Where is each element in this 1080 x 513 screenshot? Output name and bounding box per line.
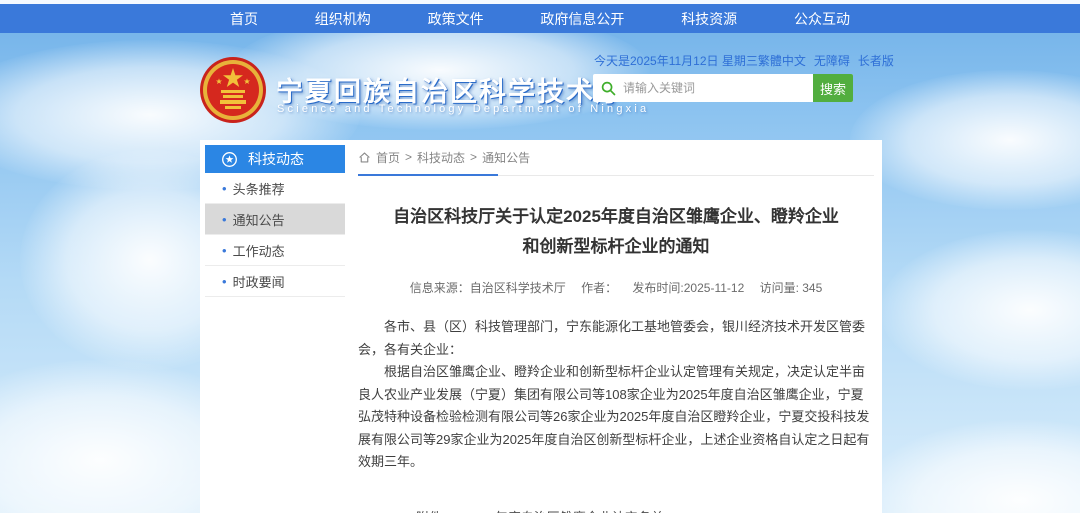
breadcrumb-home[interactable]: 首页 <box>376 149 400 166</box>
article-title-line1: 自治区科技厅关于认定2025年度自治区雏鹰企业、瞪羚企业 <box>393 207 839 226</box>
nav-item-policy-documents[interactable]: 政策文件 <box>428 9 484 29</box>
search-button[interactable]: 搜索 <box>813 74 853 102</box>
cloud-decoration <box>850 70 1080 210</box>
site-search-bar: 搜索 <box>593 74 853 102</box>
sidebar-item-notices[interactable]: • 通知公告 <box>205 204 345 235</box>
home-icon <box>358 151 371 164</box>
nav-item-organization[interactable]: 组织机构 <box>315 9 371 29</box>
breadcrumb-notices[interactable]: 通知公告 <box>482 149 530 166</box>
sidebar-title: 科技动态 <box>248 149 304 169</box>
sidebar-sci-tech-news: 科技动态 • 头条推荐 • 通知公告 • 工作动态 • 时政要闻 <box>205 145 345 297</box>
bullet-icon: • <box>222 274 227 289</box>
article-column: 首页 > 科技动态 > 通知公告 自治区科技厅关于认定2025年度自治区雏鹰企业… <box>358 146 874 513</box>
nav-item-sci-tech-resources[interactable]: 科技资源 <box>681 9 737 29</box>
breadcrumb: 首页 > 科技动态 > 通知公告 <box>358 146 874 168</box>
search-input[interactable] <box>623 74 813 102</box>
sidebar-item-work-updates[interactable]: • 工作动态 <box>205 235 345 266</box>
cloud-decoration <box>880 230 1080 390</box>
meta-visits: 访问量: 345 <box>760 281 823 295</box>
star-circle-icon <box>221 151 238 168</box>
article-paragraph: 根据自治区雏鹰企业、瞪羚企业和创新型标杆企业认定管理有关规定，决定认定半亩良人农… <box>358 361 874 474</box>
nav-item-gov-info-disclosure[interactable]: 政府信息公开 <box>540 9 624 29</box>
attachment-link-eagle-list[interactable]: 1.2025年度自治区雏鹰企业认定名单 <box>455 506 703 513</box>
article-title-line2: 和创新型标杆企业的通知 <box>523 237 710 256</box>
breadcrumb-sci-tech-news[interactable]: 科技动态 <box>417 149 465 166</box>
page: 首页 组织机构 政策文件 政府信息公开 科技资源 公众互动 宁夏回族自治区科学技… <box>0 0 1080 513</box>
article-body: 各市、县（区）科技管理部门，宁东能源化工基地管委会，银川经济技术开发区管委会，各… <box>358 316 874 474</box>
link-accessibility[interactable]: 无障碍 <box>814 52 850 69</box>
site-subtitle-english: Science and Technology Department of Nin… <box>277 103 649 115</box>
article-meta: 信息来源：自治区科学技术厅 作者： 发布时间:2025-11-12 访问量: 3… <box>358 279 874 296</box>
article-paragraph: 各市、县（区）科技管理部门，宁东能源化工基地管委会，银川经济技术开发区管委会，各… <box>358 316 874 361</box>
bullet-icon: • <box>222 212 227 227</box>
sidebar-item-label: 头条推荐 <box>233 179 285 198</box>
sidebar-item-label: 时政要闻 <box>233 272 285 291</box>
nav-item-public-interaction[interactable]: 公众互动 <box>794 9 850 29</box>
meta-author: 作者： <box>581 281 617 295</box>
breadcrumb-separator: > <box>405 150 412 164</box>
top-navigation-bar: 首页 组织机构 政策文件 政府信息公开 科技资源 公众互动 <box>0 4 1080 33</box>
current-date: 今天是2025年11月12日 星期三 <box>594 52 758 69</box>
national-emblem-logo <box>199 56 267 124</box>
attachments-label: 附件： <box>416 506 455 513</box>
link-senior-version[interactable]: 长者版 <box>858 52 894 69</box>
content-panel: 科技动态 • 头条推荐 • 通知公告 • 工作动态 • 时政要闻 <box>200 140 882 513</box>
sidebar-item-political-news[interactable]: • 时政要闻 <box>205 266 345 297</box>
sidebar-item-label: 通知公告 <box>233 210 285 229</box>
meta-publish-date: 发布时间:2025-11-12 <box>632 281 744 295</box>
sidebar-header: 科技动态 <box>205 145 345 173</box>
breadcrumb-separator: > <box>470 150 477 164</box>
header-utility-row: 今天是2025年11月12日 星期三 繁體中文 无障碍 长者版 <box>594 52 874 69</box>
cloud-decoration <box>860 420 1080 513</box>
sidebar-item-headline-picks[interactable]: • 头条推荐 <box>205 173 345 204</box>
sidebar-item-label: 工作动态 <box>233 241 285 260</box>
search-icon <box>593 74 623 102</box>
breadcrumb-divider <box>358 174 874 176</box>
nav-item-home[interactable]: 首页 <box>230 9 258 29</box>
link-traditional-chinese[interactable]: 繁體中文 <box>758 52 806 69</box>
bullet-icon: • <box>222 181 227 196</box>
article-title: 自治区科技厅关于认定2025年度自治区雏鹰企业、瞪羚企业 和创新型标杆企业的通知 <box>358 202 874 262</box>
attachments-block: 附件： 1.2025年度自治区雏鹰企业认定名单 2.2025年度自治区瞪羚企业认… <box>416 506 874 513</box>
bullet-icon: • <box>222 243 227 258</box>
meta-source: 信息来源：自治区科学技术厅 <box>410 281 566 295</box>
